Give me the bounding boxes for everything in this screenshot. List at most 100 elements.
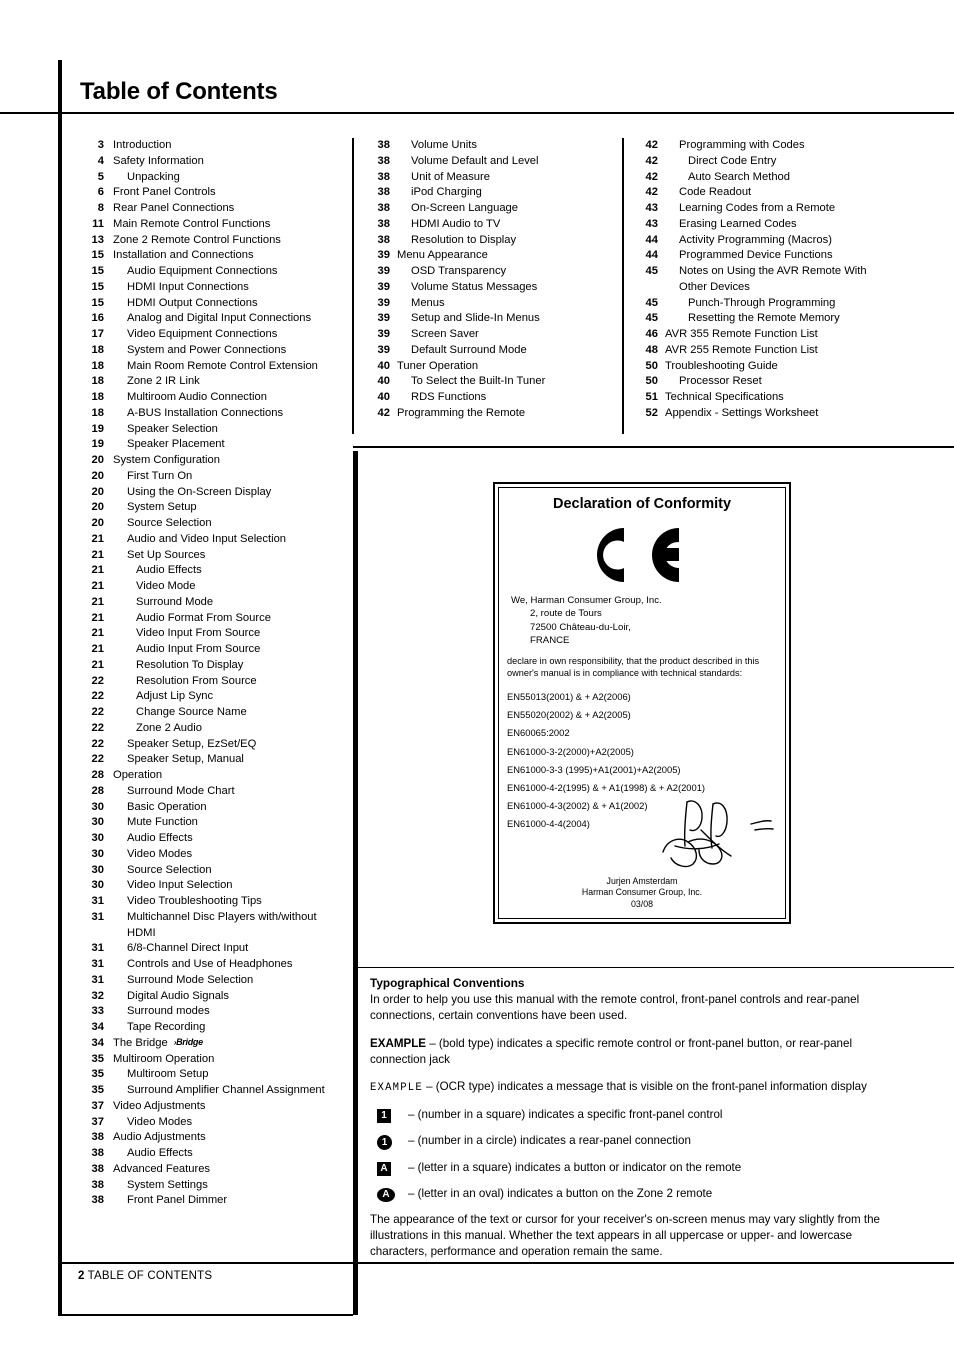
toc-entry[interactable]: 21 Video Input From Source [80, 626, 342, 642]
toc-entry[interactable]: 15 HDMI Input Connections [80, 280, 342, 296]
toc-entry[interactable]: 30 Mute Function [80, 815, 342, 831]
toc-entry[interactable]: 16 Analog and Digital Input Connections [80, 311, 342, 327]
toc-entry[interactable]: 39 Menus [370, 296, 615, 312]
toc-entry[interactable]: 31 Video Troubleshooting Tips [80, 894, 342, 910]
toc-entry[interactable]: 37 Video Adjustments [80, 1099, 342, 1115]
toc-entry[interactable]: 34 Tape Recording [80, 1020, 342, 1036]
toc-entry[interactable]: 50 Processor Reset [638, 374, 943, 390]
toc-entry[interactable]: 22 Zone 2 Audio [80, 721, 342, 737]
toc-entry[interactable]: 31 Multichannel Disc Players with/without [80, 910, 342, 926]
toc-entry[interactable]: 21 Audio Effects [80, 563, 342, 579]
toc-entry[interactable]: 31 6/8-Channel Direct Input [80, 941, 342, 957]
toc-entry[interactable]: 43 Learning Codes from a Remote [638, 201, 943, 217]
toc-entry[interactable]: 15 HDMI Output Connections [80, 296, 342, 312]
toc-entry[interactable]: 18 System and Power Connections [80, 343, 342, 359]
toc-entry[interactable]: 33 Surround modes [80, 1004, 342, 1020]
toc-entry[interactable]: 42 Code Readout [638, 185, 943, 201]
toc-entry[interactable]: 30 Video Modes [80, 847, 342, 863]
toc-entry[interactable]: 22 Resolution From Source [80, 674, 342, 690]
toc-entry[interactable]: 45 Resetting the Remote Memory [638, 311, 943, 327]
toc-entry[interactable]: 45 Punch-Through Programming [638, 296, 943, 312]
toc-entry[interactable]: 21 Set Up Sources [80, 548, 342, 564]
toc-entry[interactable]: 5 Unpacking [80, 170, 342, 186]
toc-entry[interactable]: 21 Audio and Video Input Selection [80, 532, 342, 548]
toc-entry[interactable]: 43 Erasing Learned Codes [638, 217, 943, 233]
toc-entry[interactable]: 21 Audio Format From Source [80, 611, 342, 627]
toc-entry[interactable]: 38 Advanced Features [80, 1162, 342, 1178]
toc-entry[interactable]: 39 Menu Appearance [370, 248, 615, 264]
toc-entry[interactable]: 18 Zone 2 IR Link [80, 374, 342, 390]
toc-entry[interactable]: 39 Volume Status Messages [370, 280, 615, 296]
toc-entry[interactable]: 30 Basic Operation [80, 800, 342, 816]
toc-entry[interactable]: 6 Front Panel Controls [80, 185, 342, 201]
toc-entry[interactable]: 38 Audio Effects [80, 1146, 342, 1162]
toc-entry[interactable]: 31 Controls and Use of Headphones [80, 957, 342, 973]
toc-entry[interactable]: 18 A-BUS Installation Connections [80, 406, 342, 422]
toc-entry[interactable]: 22 Speaker Setup, Manual [80, 752, 342, 768]
toc-entry[interactable]: 21 Surround Mode [80, 595, 342, 611]
toc-entry[interactable]: 21 Video Mode [80, 579, 342, 595]
toc-entry[interactable]: 51 Technical Specifications [638, 390, 943, 406]
toc-entry[interactable]: 40 To Select the Built-In Tuner [370, 374, 615, 390]
toc-entry[interactable]: 22 Speaker Setup, EzSet/EQ [80, 737, 342, 753]
toc-entry[interactable]: 22 Adjust Lip Sync [80, 689, 342, 705]
toc-entry[interactable]: 48 AVR 255 Remote Function List [638, 343, 943, 359]
toc-entry[interactable]: 19 Speaker Placement [80, 437, 342, 453]
toc-entry[interactable]: 38 Volume Default and Level [370, 154, 615, 170]
toc-entry[interactable]: 13 Zone 2 Remote Control Functions [80, 233, 342, 249]
toc-entry[interactable]: 20 System Setup [80, 500, 342, 516]
toc-entry[interactable]: 39 Screen Saver [370, 327, 615, 343]
toc-entry[interactable]: 37 Video Modes [80, 1115, 342, 1131]
toc-entry[interactable]: 32 Digital Audio Signals [80, 989, 342, 1005]
toc-entry[interactable]: 50 Troubleshooting Guide [638, 359, 943, 375]
toc-entry[interactable]: 20 System Configuration [80, 453, 342, 469]
toc-entry[interactable]: 15 Audio Equipment Connections [80, 264, 342, 280]
toc-entry[interactable]: 42 Programming the Remote [370, 406, 615, 422]
toc-entry[interactable]: 3 Introduction [80, 138, 342, 154]
toc-entry[interactable]: 35 Multiroom Setup [80, 1067, 342, 1083]
toc-entry[interactable]: 44 Activity Programming (Macros) [638, 233, 943, 249]
toc-entry[interactable]: 20 Using the On-Screen Display [80, 485, 342, 501]
toc-entry[interactable]: 15 Installation and Connections [80, 248, 342, 264]
toc-entry[interactable]: 38 Unit of Measure [370, 170, 615, 186]
toc-entry[interactable]: 42 Programming with Codes [638, 138, 943, 154]
toc-entry[interactable]: 18 Main Room Remote Control Extension [80, 359, 342, 375]
toc-entry[interactable]: 21 Audio Input From Source [80, 642, 342, 658]
toc-entry[interactable]: 38 Resolution to Display [370, 233, 615, 249]
toc-entry[interactable]: 45 Notes on Using the AVR Remote With [638, 264, 943, 280]
toc-entry[interactable]: 38 iPod Charging [370, 185, 615, 201]
toc-entry[interactable]: 44 Programmed Device Functions [638, 248, 943, 264]
toc-entry[interactable]: 38 System Settings [80, 1178, 342, 1194]
toc-entry[interactable]: 35 Multiroom Operation [80, 1052, 342, 1068]
toc-entry[interactable]: 34 The BridgeBridge [80, 1036, 342, 1052]
toc-entry[interactable]: 40 RDS Functions [370, 390, 615, 406]
toc-entry[interactable]: 30 Audio Effects [80, 831, 342, 847]
toc-entry[interactable]: 38 HDMI Audio to TV [370, 217, 615, 233]
toc-entry[interactable]: 46 AVR 355 Remote Function List [638, 327, 943, 343]
toc-entry[interactable]: 30 Video Input Selection [80, 878, 342, 894]
toc-entry[interactable]: 39 Setup and Slide-In Menus [370, 311, 615, 327]
toc-entry[interactable]: 40 Tuner Operation [370, 359, 615, 375]
toc-entry[interactable]: 20 Source Selection [80, 516, 342, 532]
toc-entry[interactable]: 38 On-Screen Language [370, 201, 615, 217]
toc-entry[interactable]: 8 Rear Panel Connections [80, 201, 342, 217]
toc-entry[interactable]: 17 Video Equipment Connections [80, 327, 342, 343]
toc-entry[interactable]: 4 Safety Information [80, 154, 342, 170]
toc-entry[interactable]: 31 Surround Mode Selection [80, 973, 342, 989]
toc-entry[interactable]: 39 Default Surround Mode [370, 343, 615, 359]
toc-entry[interactable]: 28 Operation [80, 768, 342, 784]
toc-entry[interactable]: 35 Surround Amplifier Channel Assignment [80, 1083, 342, 1099]
toc-entry[interactable]: 30 Source Selection [80, 863, 342, 879]
toc-entry[interactable]: 39 OSD Transparency [370, 264, 615, 280]
toc-entry[interactable]: 28 Surround Mode Chart [80, 784, 342, 800]
toc-entry[interactable]: 42 Auto Search Method [638, 170, 943, 186]
toc-entry[interactable]: 22 Change Source Name [80, 705, 342, 721]
toc-entry[interactable]: 21 Resolution To Display [80, 658, 342, 674]
toc-entry[interactable]: 38 Front Panel Dimmer [80, 1193, 342, 1209]
toc-entry[interactable]: 38 Volume Units [370, 138, 615, 154]
toc-entry[interactable]: 42 Direct Code Entry [638, 154, 943, 170]
toc-entry[interactable]: 19 Speaker Selection [80, 422, 342, 438]
toc-entry[interactable]: 52 Appendix - Settings Worksheet [638, 406, 943, 422]
toc-entry[interactable]: 38 Audio Adjustments [80, 1130, 342, 1146]
toc-entry[interactable]: 20 First Turn On [80, 469, 342, 485]
